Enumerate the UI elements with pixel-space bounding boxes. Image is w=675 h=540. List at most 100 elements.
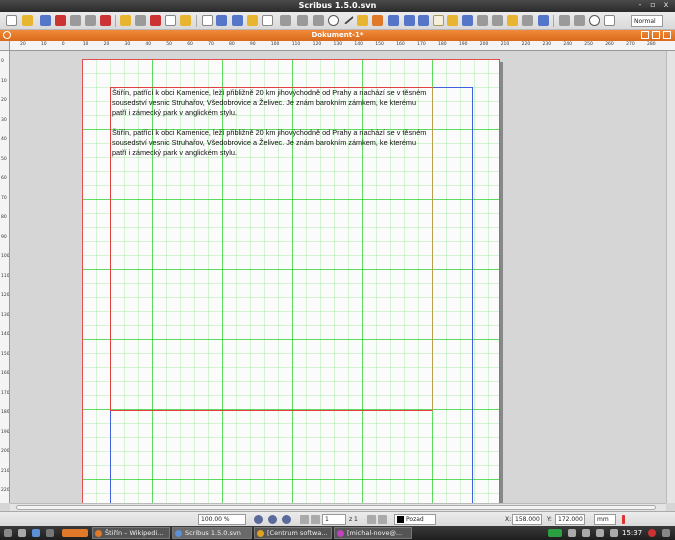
y-coordinate-value: 172.000: [555, 514, 585, 525]
shape-icon[interactable]: [280, 15, 291, 26]
ruler-tick-label: 220: [521, 42, 531, 47]
maximize-button[interactable]: ▫: [648, 0, 658, 9]
close-button[interactable]: x: [661, 0, 671, 9]
render-frame-icon[interactable]: [247, 15, 258, 26]
ruler-tick-label: 250: [584, 42, 593, 47]
select-tool-icon[interactable]: [202, 15, 213, 26]
layer-select[interactable]: Pozad: [394, 514, 436, 525]
ruler-tick-label: 120: [1, 293, 10, 298]
edit-contents-icon[interactable]: [433, 15, 444, 26]
next-page-icon[interactable]: [367, 515, 376, 524]
task-button[interactable]: [Centrum softwa...: [254, 527, 332, 539]
undo-icon[interactable]: [120, 15, 131, 26]
document-page[interactable]: Štiřín, patřící k obci Kamenice, leží př…: [82, 59, 500, 503]
last-page-icon[interactable]: [378, 515, 387, 524]
task-label: [michal-nove@...: [347, 529, 403, 537]
close-document-icon[interactable]: [55, 15, 66, 26]
unit-select[interactable]: mm: [594, 514, 616, 525]
ruler-tick-label: 90: [249, 42, 256, 47]
x-coordinate-label: X:: [505, 516, 512, 523]
ruler-tick-label: 80: [1, 215, 7, 220]
horizontal-ruler[interactable]: 20 10 0 10 20 30 40 50 60 70 80 90 100 110 120 130 140 15…: [10, 41, 675, 51]
start-menu-icon[interactable]: [4, 529, 12, 537]
zoom-out-icon[interactable]: [254, 515, 263, 524]
ruler-tick-label: 70: [1, 195, 7, 201]
ruler-tick-label: 0: [61, 42, 65, 47]
open-folder-icon[interactable]: [22, 15, 33, 26]
task-button[interactable]: Štiřín – Wikipedi...: [92, 527, 170, 539]
preflight-icon[interactable]: [85, 15, 96, 26]
document-close-button[interactable]: [663, 31, 671, 39]
previous-page-icon[interactable]: [311, 515, 320, 524]
unlink-frames-icon[interactable]: [477, 15, 488, 26]
zoom-100-icon[interactable]: [268, 515, 277, 524]
volume-icon[interactable]: [582, 529, 590, 537]
zoom-in-icon[interactable]: [282, 515, 291, 524]
pdf-radio-icon[interactable]: [589, 15, 600, 26]
task-button-active[interactable]: Scribus 1.5.0.svn: [172, 527, 252, 539]
keyboard-icon[interactable]: [596, 529, 604, 537]
cut-icon[interactable]: [150, 15, 161, 26]
text-frame-icon[interactable]: [216, 15, 227, 26]
spiral-icon[interactable]: [328, 15, 339, 26]
ruler-tick-label: 270: [626, 42, 635, 47]
link-frames-icon[interactable]: [462, 15, 473, 26]
table-icon[interactable]: [262, 15, 273, 26]
horizontal-scrollbar[interactable]: [10, 503, 666, 511]
text-frame[interactable]: Štiřín, patřící k obci Kamenice, leží př…: [110, 87, 433, 411]
pdf-pushbutton-icon[interactable]: [559, 15, 570, 26]
workspace-switcher[interactable]: [62, 529, 88, 537]
line-icon[interactable]: [341, 12, 354, 25]
document-canvas[interactable]: Štiřín, patřící k obci Kamenice, leží př…: [10, 51, 666, 503]
pdf-tools-icon[interactable]: [538, 15, 549, 26]
document-restore-button[interactable]: [652, 31, 660, 39]
zoom-input[interactable]: 100.00 %: [198, 514, 246, 525]
ruler-tick-label: 130: [333, 42, 343, 47]
task-button[interactable]: [michal-nove@...: [334, 527, 412, 539]
minimize-button[interactable]: -: [635, 0, 645, 9]
ruler-tick-label: 70: [208, 42, 214, 47]
clock: 15:37: [622, 529, 643, 537]
pdf-checkbox-icon[interactable]: [574, 15, 585, 26]
vertical-ruler[interactable]: 0 10 20 30 40 50 60 70 80 90 100 110 120 130 140 150 160…: [0, 51, 10, 503]
ruler-tick-label: 20: [20, 42, 26, 47]
zoom-tool-icon[interactable]: [418, 15, 429, 26]
power-icon[interactable]: [648, 529, 656, 537]
network-icon[interactable]: [568, 529, 576, 537]
rotate-icon[interactable]: [388, 15, 399, 26]
pdf-listbox-icon[interactable]: [604, 15, 615, 26]
export-pdf-icon[interactable]: [100, 15, 111, 26]
paste-icon[interactable]: [180, 15, 191, 26]
page-number-select[interactable]: 1: [322, 514, 346, 525]
image-frame-icon[interactable]: [232, 15, 243, 26]
copy-icon[interactable]: [165, 15, 176, 26]
eyedropper-icon[interactable]: [522, 15, 533, 26]
vertical-scrollbar[interactable]: [666, 51, 675, 503]
redo-icon[interactable]: [135, 15, 146, 26]
arc-icon[interactable]: [313, 15, 324, 26]
polygon-icon[interactable]: [297, 15, 308, 26]
ruler-corner[interactable]: [0, 41, 10, 51]
bezier-icon[interactable]: [357, 15, 368, 26]
show-desktop-icon[interactable]: [18, 529, 26, 537]
image-preview-mode-select[interactable]: Normal: [631, 15, 663, 27]
measure-icon[interactable]: [492, 15, 503, 26]
ruler-tick-label: 140: [1, 332, 10, 337]
tray-menu-icon[interactable]: [662, 529, 670, 537]
horizontal-scrollbar-thumb[interactable]: [16, 505, 656, 510]
zoom-icon[interactable]: [404, 15, 415, 26]
first-page-icon[interactable]: [300, 515, 309, 524]
color-management-icon[interactable]: [622, 515, 625, 524]
toolbar-separator: [196, 15, 197, 27]
freehand-icon[interactable]: [372, 15, 383, 26]
ruler-tick-label: 20: [103, 42, 110, 47]
save-icon[interactable]: [40, 15, 51, 26]
print-icon[interactable]: [70, 15, 81, 26]
document-minimize-button[interactable]: [641, 31, 649, 39]
new-document-icon[interactable]: [6, 15, 17, 26]
copy-properties-icon[interactable]: [507, 15, 518, 26]
terminal-launcher-icon[interactable]: [46, 529, 54, 537]
terminal-icon: [337, 530, 344, 537]
edit-text-icon[interactable]: [447, 15, 458, 26]
browser-launcher-icon[interactable]: [32, 529, 40, 537]
